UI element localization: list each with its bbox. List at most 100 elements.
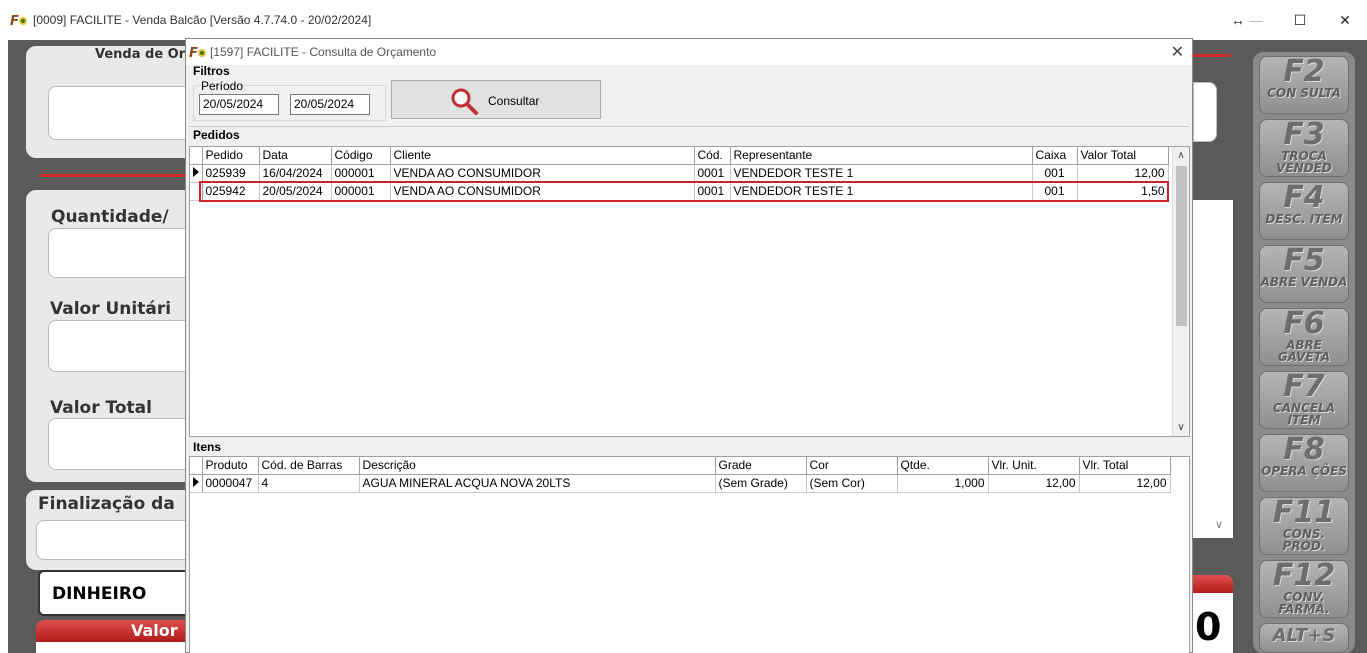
close-button[interactable]: ✕ xyxy=(1334,10,1356,30)
table-cell: 025939 xyxy=(202,164,260,183)
column-header[interactable]: Vlr. Total xyxy=(1079,457,1171,475)
f12-conv-farma-button[interactable]: F12 CONV. FARMÁ. xyxy=(1259,560,1349,618)
right-list-area: ∨ xyxy=(1193,200,1233,538)
main-titlebar: F [0009] FACILITE - Venda Balcão [Versão… xyxy=(0,0,1367,40)
red-divider xyxy=(40,174,190,177)
column-header[interactable]: Representante xyxy=(730,147,1033,165)
row-pointer-icon xyxy=(190,474,203,493)
scroll-down-icon[interactable]: ∨ xyxy=(1173,419,1189,436)
fkey-key: ALT+S xyxy=(1272,625,1336,646)
valor-header: Valor xyxy=(36,620,196,642)
total-digit: 0 xyxy=(1195,605,1222,649)
column-header[interactable]: Produto xyxy=(202,457,259,475)
f6-abre-gaveta-button[interactable]: F6 ABRE GAVETA xyxy=(1259,308,1349,366)
column-header[interactable]: Vlr. Unit. xyxy=(988,457,1080,475)
column-header[interactable]: Valor Total xyxy=(1077,147,1169,165)
itens-header-row: Produto Cód. de Barras Descrição Grade C… xyxy=(190,457,1171,475)
f3-troca-vended-button[interactable]: F3 TROCA VENDED xyxy=(1259,119,1349,177)
date-to-input[interactable]: 20/05/2024 xyxy=(290,94,370,115)
quantidade-input[interactable] xyxy=(48,228,198,278)
periodo-label: Período xyxy=(201,79,244,93)
finalizacao-input[interactable] xyxy=(36,520,196,560)
consulta-orcamento-dialog: F [1597] FACILITE - Consulta de Orçament… xyxy=(185,38,1193,653)
fkey-key: F6 xyxy=(1283,306,1325,341)
venda-input[interactable] xyxy=(48,86,198,140)
fkey-key: F4 xyxy=(1283,180,1325,215)
column-header[interactable]: Pedido xyxy=(202,147,260,165)
fkey-label: DESC. ITEM xyxy=(1265,212,1343,226)
venda-label: Venda de Orç xyxy=(95,47,193,62)
table-cell: 12,00 xyxy=(1077,164,1169,183)
table-cell: 1,000 xyxy=(897,474,989,493)
itens-table: Produto Cód. de Barras Descrição Grade C… xyxy=(190,457,1171,493)
column-header[interactable]: Cód. xyxy=(694,147,731,165)
fkey-key: F7 xyxy=(1283,369,1325,404)
column-header[interactable]: Caixa xyxy=(1032,147,1078,165)
table-cell: 16/04/2024 xyxy=(259,164,332,183)
quantidade-label: Quantidade/ xyxy=(51,207,169,227)
scrollbar-thumb[interactable] xyxy=(1176,166,1187,326)
column-header[interactable]: Cliente xyxy=(390,147,695,165)
payment-method-select[interactable]: DINHEIRO xyxy=(38,570,198,616)
fkey-key: F3 xyxy=(1283,117,1325,152)
main-window-title: [0009] FACILITE - Venda Balcão [Versão 4… xyxy=(33,13,372,27)
valor-unitario-input[interactable] xyxy=(48,320,198,372)
indicator-header xyxy=(190,147,203,165)
pedidos-grid: Pedido Data Código Cliente Cód. Represen… xyxy=(189,146,1190,437)
right-input xyxy=(1193,82,1217,142)
scroll-down-icon[interactable]: ∨ xyxy=(1215,518,1223,531)
column-header[interactable]: Descrição xyxy=(359,457,716,475)
minimize-button[interactable]: — xyxy=(1245,10,1267,30)
fkey-label: CON SULTA xyxy=(1267,86,1341,100)
scroll-up-icon[interactable]: ∧ xyxy=(1173,147,1189,164)
pedidos-scrollbar[interactable]: ∧ ∨ xyxy=(1172,147,1189,436)
consultar-button[interactable]: Consultar xyxy=(391,80,601,119)
maximize-button[interactable]: ☐ xyxy=(1289,10,1311,30)
f2-consulta-button[interactable]: F2 CON SULTA xyxy=(1259,56,1349,114)
column-header[interactable]: Cor xyxy=(806,457,898,475)
fkey-key: F5 xyxy=(1283,243,1325,278)
table-cell: 12,00 xyxy=(1079,474,1171,493)
table-cell: VENDA AO CONSUMIDOR xyxy=(390,182,695,201)
column-header[interactable]: Cód. de Barras xyxy=(258,457,360,475)
table-cell: 000001 xyxy=(331,164,391,183)
f11-cons-prod-button[interactable]: F11 CONS. PROD. xyxy=(1259,497,1349,555)
valor-input xyxy=(36,642,196,653)
table-cell: VENDA AO CONSUMIDOR xyxy=(390,164,695,183)
svg-text:F: F xyxy=(189,46,198,61)
valor-total-input[interactable] xyxy=(48,418,198,470)
table-cell: (Sem Grade) xyxy=(715,474,807,493)
facilite-logo-icon: F xyxy=(189,46,206,61)
finalizacao-label: Finalização da xyxy=(38,494,175,514)
column-header[interactable]: Grade xyxy=(715,457,807,475)
pedidos-label: Pedidos xyxy=(193,128,240,142)
table-cell: 000001 xyxy=(331,182,391,201)
table-cell: 4 xyxy=(258,474,360,493)
filtros-label: Filtros xyxy=(193,64,230,78)
table-cell: (Sem Cor) xyxy=(806,474,898,493)
row-indicator xyxy=(190,182,203,201)
table-row[interactable]: 0000047 4 AGUA MINERAL ACQUA NOVA 20LTS … xyxy=(190,474,1171,493)
date-from-input[interactable]: 20/05/2024 xyxy=(199,94,279,115)
pedidos-header-row: Pedido Data Código Cliente Cód. Represen… xyxy=(190,147,1169,165)
f5-abre-venda-button[interactable]: F5 ABRE VENDA xyxy=(1259,245,1349,303)
dialog-close-button[interactable]: ✕ xyxy=(1171,42,1184,62)
table-cell: 025942 xyxy=(202,182,260,201)
f7-cancela-item-button[interactable]: F7 CANCELA ITEM xyxy=(1259,371,1349,429)
table-cell: 0001 xyxy=(694,164,731,183)
column-header[interactable]: Data xyxy=(259,147,332,165)
total-display: 0 xyxy=(1193,575,1233,653)
table-cell: 0001 xyxy=(694,182,731,201)
f8-operacoes-button[interactable]: F8 OPERA ÇÕES xyxy=(1259,434,1349,492)
fkey-label: TROCA VENDED xyxy=(1276,149,1332,175)
alt-s-button[interactable]: ALT+S xyxy=(1259,623,1349,653)
consultar-label: Consultar xyxy=(488,94,540,108)
table-row[interactable]: 025939 16/04/2024 000001 VENDA AO CONSUM… xyxy=(190,164,1169,183)
svg-text:F: F xyxy=(10,14,19,29)
f4-desc-item-button[interactable]: F4 DESC. ITEM xyxy=(1259,182,1349,240)
pedidos-table: Pedido Data Código Cliente Cód. Represen… xyxy=(190,147,1169,201)
column-header[interactable]: Código xyxy=(331,147,391,165)
table-row[interactable]: 025942 20/05/2024 000001 VENDA AO CONSUM… xyxy=(190,182,1169,201)
column-header[interactable]: Qtde. xyxy=(897,457,989,475)
valor-unitario-label: Valor Unitári xyxy=(50,299,172,319)
